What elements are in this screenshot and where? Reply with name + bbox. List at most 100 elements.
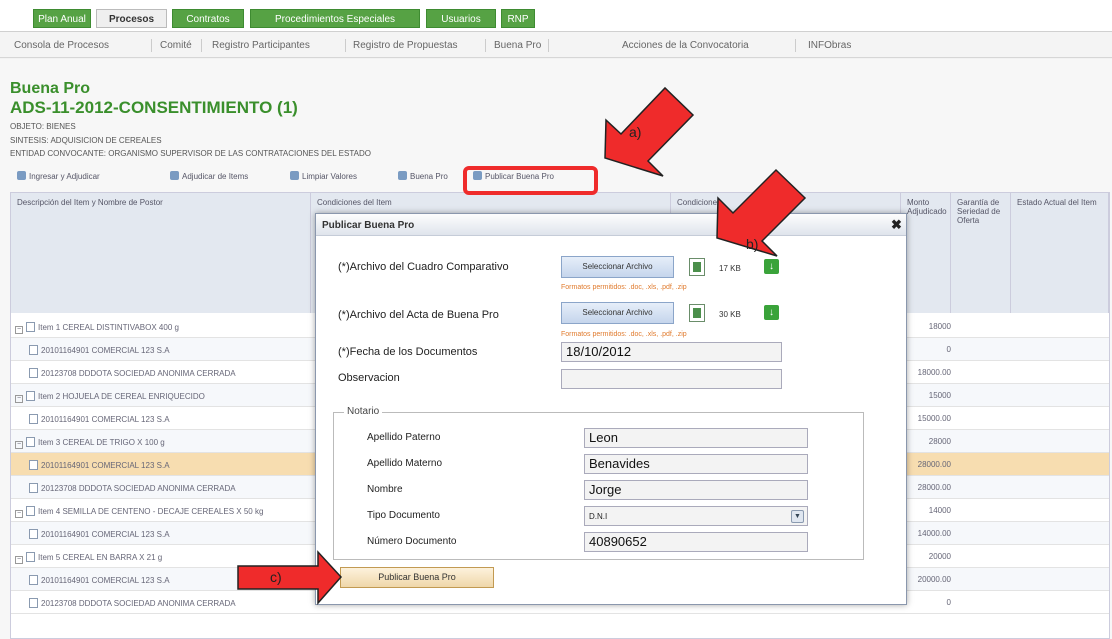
document-icon: [26, 391, 35, 401]
row-label: − Item 4 SEMILLA DE CENTENO - DECAJE CERE…: [15, 506, 263, 518]
publicar-buena-pro-button[interactable]: Publicar Buena Pro: [340, 567, 494, 588]
row-text: Item 4 SEMILLA DE CENTENO - DECAJE CEREA…: [38, 507, 264, 516]
document-icon: [29, 460, 38, 470]
toolbar-adjudicar-items[interactable]: Adjudicar de Items: [170, 171, 248, 181]
subnav-separator: [345, 39, 346, 52]
collapse-icon[interactable]: −: [15, 441, 23, 449]
row-text: Item 3 CEREAL DE TRIGO X 100 g: [38, 438, 165, 447]
row-label: 20123708 DDDOTA SOCIEDAD ANONIMA CERRADA: [29, 598, 236, 608]
tab-rnp[interactable]: RNP: [501, 9, 535, 28]
excel-file-icon[interactable]: [689, 258, 705, 276]
document-icon: [26, 322, 35, 332]
nombre-input[interactable]: Jorge: [584, 480, 808, 500]
apellido-materno-label: Apellido Materno: [367, 458, 443, 469]
row-text: 20101164901 COMERCIAL 123 S.A: [41, 415, 170, 424]
tab-usuarios[interactable]: Usuarios: [426, 9, 496, 28]
acta-select-file-button[interactable]: Seleccionar Archivo: [561, 302, 674, 324]
subnav-buena-pro[interactable]: Buena Pro: [494, 40, 541, 51]
sub-navigation: Consola de Procesos Comité Registro Part…: [0, 32, 1112, 58]
subnav-registro-participantes[interactable]: Registro Participantes: [212, 40, 310, 51]
publicar-buena-pro-dialog: Publicar Buena Pro ✖ (*)Archivo del Cuad…: [315, 213, 907, 605]
row-label: 20101164901 COMERCIAL 123 S.A: [29, 575, 170, 585]
download-icon[interactable]: ↓: [764, 305, 779, 320]
acta-file-size: 30 KB: [719, 310, 741, 319]
page-title: Buena Pro: [10, 80, 91, 97]
document-icon: [29, 598, 38, 608]
tab-contratos[interactable]: Contratos: [172, 9, 244, 28]
subnav-comite[interactable]: Comité: [160, 40, 192, 51]
toolbar-limpiar-valores[interactable]: Limpiar Valores: [290, 171, 357, 181]
observacion-label: Observacion: [338, 372, 400, 384]
download-icon[interactable]: ↓: [764, 259, 779, 274]
row-text: Item 1 CEREAL DISTINTIVABOX 400 g: [38, 323, 179, 332]
document-icon: [29, 575, 38, 585]
row-text: Item 2 HOJUELA DE CEREAL ENRIQUECIDO: [38, 392, 205, 401]
fecha-documentos-label: (*)Fecha de los Documentos: [338, 346, 478, 358]
award-icon: [398, 171, 407, 180]
process-code: ADS-11-2012-CONSENTIMIENTO (1): [10, 98, 298, 117]
row-text: 20101164901 COMERCIAL 123 S.A: [41, 576, 170, 585]
apellido-materno-input[interactable]: Benavides: [584, 454, 808, 474]
row-label: 20123708 DDDOTA SOCIEDAD ANONIMA CERRADA: [29, 483, 236, 493]
grid-header-estado: Estado Actual del Item: [1011, 193, 1109, 313]
collapse-icon[interactable]: −: [15, 395, 23, 403]
nombre-label: Nombre: [367, 484, 403, 495]
apellido-paterno-label: Apellido Paterno: [367, 432, 441, 443]
tab-procesos[interactable]: Procesos: [96, 9, 167, 28]
document-icon: [26, 506, 35, 516]
close-icon[interactable]: ✖: [891, 217, 902, 233]
top-navigation: Plan Anual Procesos Contratos Procedimie…: [0, 0, 1112, 32]
fecha-documentos-input[interactable]: 18/10/2012: [561, 342, 782, 362]
row-label: − Item 5 CEREAL EN BARRA X 21 g: [15, 552, 162, 564]
toolbar-ingresar-adjudicar[interactable]: Ingresar y Adjudicar: [17, 171, 100, 181]
row-label: 20101164901 COMERCIAL 123 S.A: [29, 414, 170, 424]
toolbar-buena-pro[interactable]: Buena Pro: [398, 171, 448, 181]
row-text: 20101164901 COMERCIAL 123 S.A: [41, 346, 170, 355]
subnav-separator: [485, 39, 486, 52]
notario-legend: Notario: [344, 406, 383, 417]
row-label: − Item 3 CEREAL DE TRIGO X 100 g: [15, 437, 165, 449]
subnav-separator: [151, 39, 152, 52]
subnav-infobras[interactable]: INFObras: [808, 40, 851, 51]
sintesis-text: SINTESIS: ADQUISICION DE CEREALES: [10, 136, 162, 145]
collapse-icon[interactable]: −: [15, 556, 23, 564]
document-icon: [29, 483, 38, 493]
cuadro-file-size: 17 KB: [719, 264, 741, 273]
grid-header-garantia: Garantía de Seriedad de Oferta: [951, 193, 1011, 313]
row-label: 20123708 DDDOTA SOCIEDAD ANONIMA CERRADA: [29, 368, 236, 378]
grid-header-descripcion: Descripción del Item y Nombre de Postor: [11, 193, 311, 313]
callout-highlight-box: [463, 166, 598, 195]
document-icon: [26, 437, 35, 447]
callout-label-b: b): [746, 236, 759, 252]
collapse-icon[interactable]: −: [15, 510, 23, 518]
subnav-separator: [795, 39, 796, 52]
cuadro-formats-hint: Formatos permitidos: .doc, .xls, .pdf, .…: [561, 284, 687, 291]
row-label: 20101164901 COMERCIAL 123 S.A: [29, 345, 170, 355]
document-icon: [26, 552, 35, 562]
numero-documento-label: Número Documento: [367, 536, 457, 547]
cuadro-select-file-button[interactable]: Seleccionar Archivo: [561, 256, 674, 278]
subnav-registro-propuestas[interactable]: Registro de Propuestas: [353, 40, 458, 51]
acta-formats-hint: Formatos permitidos: .doc, .xls, .pdf, .…: [561, 331, 687, 338]
dialog-header: Publicar Buena Pro ✖: [316, 214, 906, 236]
document-icon: [29, 414, 38, 424]
tipo-documento-label: Tipo Documento: [367, 510, 440, 521]
subnav-consola[interactable]: Consola de Procesos: [14, 40, 109, 51]
collapse-icon[interactable]: −: [15, 326, 23, 334]
chevron-down-icon[interactable]: ▼: [791, 510, 804, 523]
numero-documento-input[interactable]: 40890652: [584, 532, 808, 552]
entidad-text: ENTIDAD CONVOCANTE: ORGANISMO SUPERVISOR…: [10, 149, 371, 158]
observacion-input[interactable]: [561, 369, 782, 389]
acta-buena-pro-label: (*)Archivo del Acta de Buena Pro: [338, 309, 499, 321]
tipo-documento-select[interactable]: D.N.I: [584, 506, 808, 526]
row-text: 20101164901 COMERCIAL 123 S.A: [41, 461, 170, 470]
tab-plan-anual[interactable]: Plan Anual: [33, 9, 91, 28]
tab-procedimientos-especiales[interactable]: Procedimientos Especiales: [250, 9, 420, 28]
row-text: 20123708 DDDOTA SOCIEDAD ANONIMA CERRADA: [41, 484, 236, 493]
dialog-title: Publicar Buena Pro: [322, 220, 415, 231]
word-file-icon[interactable]: [689, 304, 705, 322]
apellido-paterno-input[interactable]: Leon: [584, 428, 808, 448]
grid-header-monto: Monto Adjudicado: [901, 193, 951, 313]
row-text: 20101164901 COMERCIAL 123 S.A: [41, 530, 170, 539]
subnav-acciones[interactable]: Acciones de la Convocatoria: [622, 40, 749, 51]
